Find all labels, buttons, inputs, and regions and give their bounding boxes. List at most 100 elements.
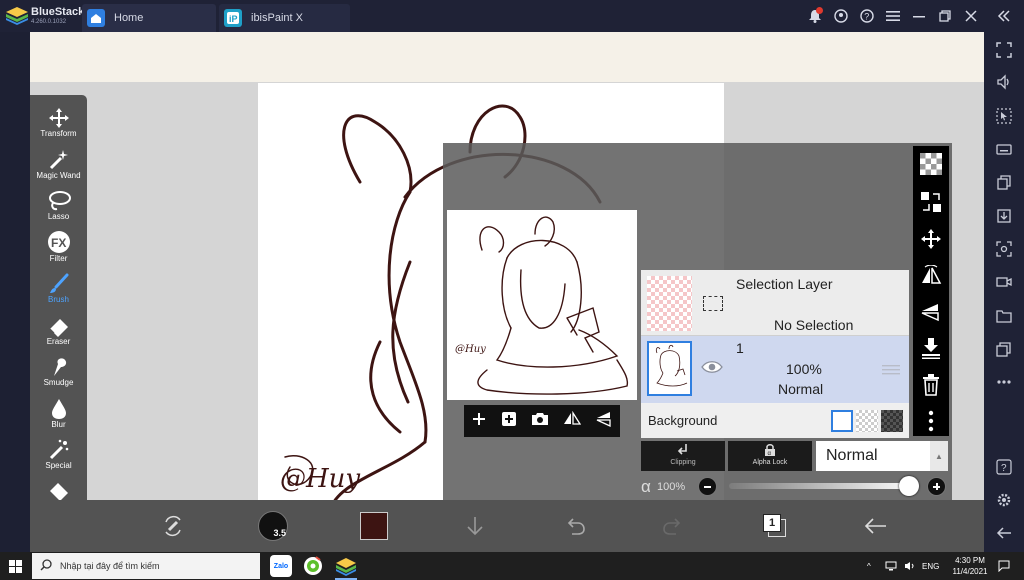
tool-fx-filter[interactable]: FX Filter <box>30 226 87 263</box>
back-icon[interactable] <box>992 521 1016 545</box>
keyboard-icon[interactable] <box>992 137 1016 161</box>
screenshot-icon[interactable] <box>992 237 1016 261</box>
tab-ibispaint[interactable]: iP ibisPaint X <box>219 4 350 32</box>
tool-blur[interactable]: Blur <box>30 392 87 429</box>
layer-row-1[interactable]: 1 100% Normal <box>641 336 909 403</box>
opacity-slider-thumb[interactable] <box>899 476 919 496</box>
drag-handle-icon[interactable] <box>882 363 900 381</box>
taskbar-search-input[interactable]: Nhập tại đây để tìm kiếm <box>32 553 260 579</box>
add-layer-icon[interactable] <box>471 411 487 432</box>
coccoc-browser-icon[interactable] <box>302 555 324 577</box>
selection-marquee-icon <box>703 296 723 311</box>
help-icon[interactable]: ? <box>854 0 880 32</box>
tray-language[interactable]: ENG <box>922 552 939 580</box>
bluestacks-taskbar-icon[interactable] <box>335 555 357 580</box>
eraser-icon <box>30 309 87 337</box>
layer-1-blend-mode: Normal <box>778 381 824 397</box>
tool-eraser[interactable]: Eraser <box>30 309 87 346</box>
tool-lasso[interactable]: Lasso <box>30 184 87 221</box>
tray-chevron-icon[interactable]: ^ <box>867 552 871 580</box>
transparent-checker-icon[interactable] <box>919 152 943 176</box>
layers-icon[interactable] <box>992 337 1016 361</box>
layer-row-selection[interactable]: Selection Layer No Selection <box>641 270 909 336</box>
layer-count: 1 <box>763 514 781 532</box>
svg-text:?: ? <box>1001 463 1007 474</box>
volume-icon[interactable] <box>992 70 1016 94</box>
folder-icon[interactable] <box>992 304 1016 328</box>
tool-brush[interactable]: Brush <box>30 267 87 304</box>
tab-home[interactable]: Home <box>82 4 216 32</box>
tool-label: Filter <box>49 253 68 263</box>
transform-rotate-icon[interactable] <box>158 508 188 544</box>
windows-start-icon[interactable] <box>9 560 22 578</box>
opacity-decrease-button[interactable] <box>698 477 717 496</box>
opacity-increase-button[interactable] <box>927 477 946 496</box>
settings-icon[interactable] <box>992 488 1016 512</box>
layer-1-opacity: 100% <box>786 361 822 377</box>
tool-smudge[interactable]: Smudge <box>30 350 87 387</box>
tool-magic-wand[interactable]: Magic Wand <box>30 143 87 180</box>
close-icon[interactable] <box>958 0 984 32</box>
layers-count-button[interactable]: 1 <box>760 508 790 544</box>
blend-mode-select[interactable]: Normal <box>816 441 930 471</box>
add-layer-alt-icon[interactable] <box>501 411 517 432</box>
selection-layer-thumbnail <box>647 276 692 331</box>
alpha-lock-button[interactable]: α Alpha Lock <box>728 441 812 471</box>
redo-icon[interactable] <box>658 508 688 544</box>
background-layer-name: Background <box>648 413 718 428</box>
notification-center-icon[interactable] <box>998 552 1010 580</box>
flip-layer-vertical-icon[interactable] <box>919 300 943 324</box>
tray-clock[interactable]: 4:30 PM 11/4/2021 <box>950 552 990 580</box>
ibispaint-app-icon: iP <box>224 9 242 27</box>
svg-text:iP: iP <box>229 14 238 24</box>
background-white-option[interactable] <box>831 410 853 432</box>
opacity-slider[interactable] <box>729 476 919 496</box>
restore-icon[interactable] <box>932 0 958 32</box>
tool-label: Eraser <box>46 336 71 346</box>
delete-layer-icon[interactable] <box>919 373 943 397</box>
brush-size-button[interactable]: 3.5 <box>256 508 290 544</box>
flip-layer-horizontal-icon[interactable] <box>919 264 943 288</box>
tool-label: Lasso <box>47 212 70 221</box>
visibility-eye-icon[interactable] <box>701 360 723 379</box>
help-icon[interactable]: ? <box>992 455 1016 479</box>
install-apk-icon[interactable] <box>992 204 1016 228</box>
multi-instance-icon[interactable] <box>992 171 1016 195</box>
copy-paste-layer-icon[interactable] <box>919 190 943 214</box>
tool-special[interactable]: Special <box>30 433 87 470</box>
tray-network-icon[interactable] <box>885 552 897 580</box>
move-layer-icon[interactable] <box>919 227 943 251</box>
layer-row-background[interactable]: Background <box>641 404 909 438</box>
tray-volume-icon[interactable] <box>904 552 916 580</box>
background-dark-option[interactable] <box>881 410 903 432</box>
screen: BlueStacks 4.260.0.1032 Home iP ibisPain… <box>0 0 1024 580</box>
color-swatch-button[interactable] <box>359 508 389 544</box>
clipping-button[interactable]: Clipping <box>641 441 725 471</box>
merge-down-icon[interactable] <box>919 336 943 360</box>
blur-icon <box>30 392 87 420</box>
primary-color-swatch <box>360 512 388 540</box>
back-arrow-icon[interactable] <box>860 508 890 544</box>
collapse-icon[interactable] <box>984 0 1024 32</box>
download-arrow-icon[interactable] <box>460 508 490 544</box>
zalo-app-icon[interactable]: Zalo <box>270 555 292 577</box>
layer-more-icon[interactable] <box>919 409 943 433</box>
alpha-lock-label: Alpha Lock <box>752 459 788 466</box>
flip-horizontal-icon[interactable] <box>563 410 582 432</box>
flip-vertical-icon[interactable] <box>595 411 613 432</box>
blend-dropdown-arrow-icon[interactable]: ▲ <box>930 441 948 471</box>
camera-icon[interactable] <box>531 411 549 432</box>
fullscreen-icon[interactable] <box>992 38 1016 62</box>
more-icon[interactable] <box>992 370 1016 394</box>
record-icon[interactable] <box>992 270 1016 294</box>
minimize-icon[interactable] <box>906 0 932 32</box>
undo-icon[interactable] <box>560 508 590 544</box>
account-icon[interactable] <box>828 0 854 32</box>
opacity-row: α 100% <box>641 476 949 498</box>
bell-icon[interactable] <box>802 0 828 32</box>
pointer-icon[interactable] <box>992 104 1016 128</box>
tool-transform[interactable]: Transform <box>30 101 87 138</box>
background-transparent-option[interactable] <box>856 410 878 432</box>
tray-time: 4:30 PM <box>955 556 985 565</box>
menu-icon[interactable] <box>880 0 906 32</box>
